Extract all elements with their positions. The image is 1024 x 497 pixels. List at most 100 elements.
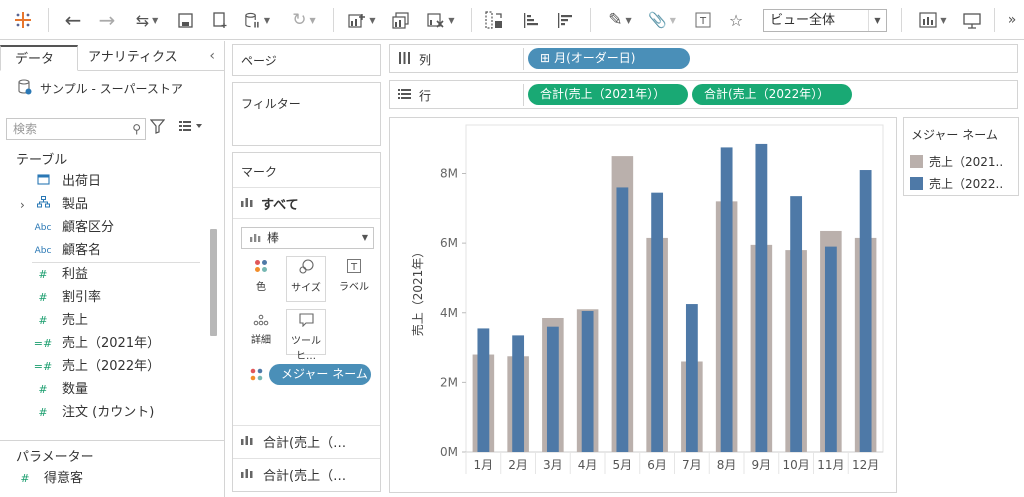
view-list-icon[interactable]	[178, 119, 204, 137]
field-label: 利益	[62, 267, 89, 282]
x-tick-label: 3月	[543, 458, 563, 472]
show-cards-icon[interactable]: ▼	[914, 9, 952, 31]
field-item[interactable]: # 売上	[32, 311, 88, 331]
pages-shelf[interactable]: ページ	[232, 44, 381, 76]
calendar-icon	[32, 172, 54, 192]
group-members-icon[interactable]: 📎 ▼	[644, 9, 680, 31]
save-icon[interactable]	[174, 9, 196, 31]
expand-icon: ⊞	[540, 51, 551, 65]
filter-icon[interactable]	[149, 119, 166, 138]
marks-all-tab[interactable]: すべて	[233, 187, 380, 219]
measure-names-pill[interactable]: メジャー ネーム	[269, 364, 371, 385]
filters-shelf[interactable]: フィルター	[232, 82, 381, 146]
bar-chart: 0M 2M 4M 6M 8M 売上（2021年） 1月 2月 3月 4月 5月 6月 7月 8月 9月 10月…	[410, 124, 884, 474]
undo-icon[interactable]: ←	[60, 8, 86, 32]
x-tick-label: 7月	[682, 458, 702, 472]
new-datasource-icon[interactable]	[208, 9, 232, 31]
scrollbar[interactable]	[210, 229, 217, 336]
abc-icon: Abc	[34, 246, 52, 256]
chart-view[interactable]: 0M 2M 4M 6M 8M 売上（2021年） 1月 2月 3月 4月 5月 6月 7月 8月 9月 10月…	[389, 117, 897, 493]
tooltip-button[interactable]: ツールヒ…	[286, 309, 326, 362]
swap-rows-columns-icon[interactable]	[482, 9, 506, 31]
pause-updates-icon[interactable]: ▼	[244, 9, 270, 31]
bar-2022	[616, 187, 629, 452]
mark-type-select[interactable]: 棒 ▼	[241, 227, 374, 249]
clear-sheet-icon[interactable]: ▼	[422, 9, 460, 31]
bar-2022	[824, 246, 837, 452]
replace-data-icon[interactable]: ⇆ ▼	[128, 9, 166, 31]
data-tabs: データ アナリティクス ‹	[0, 45, 225, 71]
label-button[interactable]: T ラベル	[334, 256, 374, 302]
field-item[interactable]: 出荷日	[32, 172, 101, 192]
presentation-mode-icon[interactable]	[960, 9, 984, 31]
bar-2022	[859, 170, 872, 452]
chevron-left-icon[interactable]: ‹	[209, 48, 215, 64]
legend-item[interactable]: 売上（2021..	[910, 153, 1003, 170]
tooltip-icon	[287, 310, 325, 332]
tab-data[interactable]: データ	[0, 45, 78, 71]
new-worksheet-icon[interactable]: ▼	[343, 9, 381, 31]
y-tick-label: 8M	[440, 167, 458, 181]
size-button[interactable]: サイズ	[286, 256, 326, 302]
marks-sub-tab[interactable]: 合計(売上（…	[233, 458, 380, 490]
parameter-label: 得意客	[44, 471, 84, 486]
tableau-logo-icon[interactable]	[12, 9, 34, 31]
field-item[interactable]: Abc 顧客名	[32, 241, 101, 261]
x-tick-label: 6月	[647, 458, 667, 472]
show-labels-icon[interactable]: T	[692, 9, 714, 31]
number-icon: #	[38, 291, 48, 304]
fit-view-select[interactable]: ビュー全体 ▼	[763, 9, 887, 32]
field-label: 売上	[62, 313, 89, 328]
more-icon[interactable]: »	[1004, 9, 1020, 31]
label-label: ラベル	[339, 282, 369, 293]
field-item[interactable]: =# 売上（2021年）	[32, 334, 160, 354]
sort-descending-icon[interactable]	[554, 9, 576, 31]
y-axis-label: 売上（2021年）	[410, 246, 425, 337]
refresh-icon[interactable]: ↻ ▼	[286, 9, 322, 31]
row-pill[interactable]: 合計(売上（2021年））	[528, 84, 688, 105]
field-item[interactable]: # 数量	[32, 380, 88, 400]
field-item[interactable]: =# 売上（2022年）	[32, 357, 160, 377]
bar-2022	[790, 196, 803, 452]
dimension-measure-divider	[32, 262, 200, 263]
legend-item[interactable]: 売上（2022..	[910, 175, 1003, 192]
field-label: 売上（2022年）	[62, 359, 161, 374]
toolbar-separator	[471, 8, 472, 32]
column-pill-label: 月(オーダー日)	[554, 51, 636, 65]
chevron-right-icon[interactable]: ›	[20, 198, 25, 212]
redo-icon[interactable]: →	[94, 8, 120, 32]
size-icon	[287, 257, 325, 279]
marks-sub-label: 合計(売上（…	[263, 469, 347, 484]
marks-sub-label: 合計(売上（…	[263, 436, 347, 451]
highlight-icon[interactable]: ✎ ▼	[602, 9, 638, 31]
marks-sub-tab[interactable]: 合計(売上（…	[233, 425, 380, 457]
detail-button[interactable]: 詳細	[241, 309, 281, 355]
color-icon	[250, 368, 263, 384]
field-item[interactable]: 製品	[32, 195, 88, 215]
datasource-item[interactable]: サンプル - スーパーストア	[18, 79, 183, 98]
color-legend: メジャー ネーム 売上（2021.. 売上（2022..	[903, 117, 1019, 196]
column-pill[interactable]: ⊞ 月(オーダー日)	[528, 48, 690, 69]
tab-analytics[interactable]: アナリティクス	[88, 45, 178, 71]
parameter-item[interactable]: # 得意客	[14, 469, 83, 489]
row-pill[interactable]: 合計(売上（2022年））	[692, 84, 852, 105]
field-item[interactable]: # 利益	[32, 265, 88, 285]
sort-ascending-icon[interactable]	[520, 9, 542, 31]
bar-2022	[477, 328, 490, 452]
legend-title: メジャー ネーム	[911, 128, 998, 142]
duplicate-sheet-icon[interactable]	[389, 9, 413, 31]
field-item[interactable]: # 割引率	[32, 288, 101, 308]
toolbar-separator	[901, 8, 902, 32]
rows-shelf[interactable]: 行 合計(売上（2021年）） 合計(売上（2022年））	[389, 80, 1018, 109]
fix-axes-icon[interactable]: ☆	[725, 9, 747, 31]
shelf-divider	[523, 48, 524, 70]
number-icon: #	[20, 472, 30, 485]
color-button[interactable]: 色	[241, 256, 281, 302]
x-tick-label: 9月	[752, 458, 772, 472]
chevron-down-icon: ▼	[361, 233, 369, 242]
search-input[interactable]: 検索 ⚲	[6, 118, 146, 140]
columns-shelf[interactable]: 列 ⊞ 月(オーダー日)	[389, 44, 1018, 73]
field-item[interactable]: # 注文 (カウント)	[32, 403, 154, 423]
number-icon: #	[38, 383, 48, 396]
field-item[interactable]: Abc 顧客区分	[32, 218, 114, 238]
